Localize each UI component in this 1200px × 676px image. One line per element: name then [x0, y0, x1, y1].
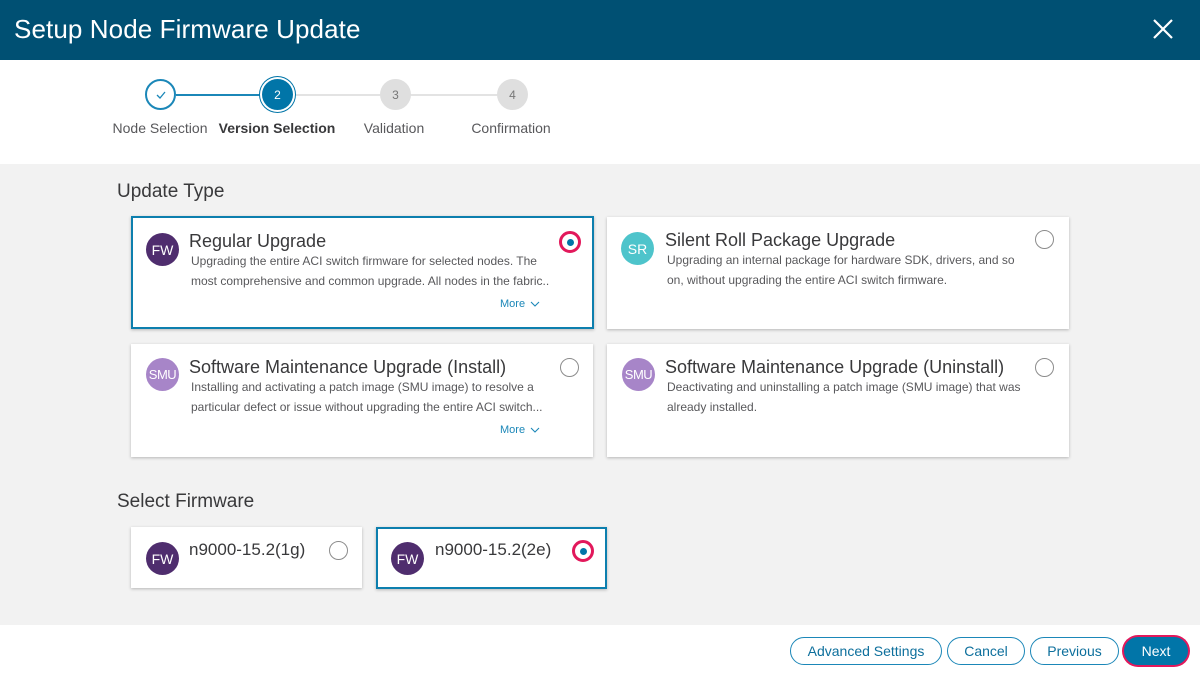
card-description: Deactivating and uninstalling a patch im…	[667, 380, 1021, 414]
avatar-sr: SR	[621, 232, 654, 265]
step-connector	[176, 94, 262, 96]
card-title: Software Maintenance Upgrade (Install)	[189, 357, 507, 377]
next-button[interactable]: Next	[1124, 637, 1188, 665]
radio-dot	[566, 238, 574, 246]
step-connector	[293, 94, 381, 96]
step-3-label: Validation	[363, 120, 425, 136]
step-2-circle: 2	[262, 79, 293, 110]
avatar-fw: FW	[146, 542, 179, 575]
card-title: Silent Roll Package Upgrade	[665, 230, 896, 250]
close-icon	[1153, 19, 1173, 39]
step-4-circle: 4	[497, 79, 528, 110]
card-title: Regular Upgrade	[189, 231, 327, 251]
more-link[interactable]: More	[500, 298, 540, 310]
card-description: Upgrading an internal package for hardwa…	[667, 253, 1015, 287]
update-type-heading: Update Type	[117, 181, 225, 202]
more-link[interactable]: More	[500, 424, 540, 436]
radio-dot	[579, 547, 587, 555]
firmware-label: n9000-15.2(2e)	[435, 540, 552, 559]
previous-button[interactable]: Previous	[1030, 637, 1119, 665]
avatar-smu: SMU	[622, 358, 655, 391]
update-type-card-smu-uninstall[interactable]: SMU Software Maintenance Upgrade (Uninst…	[607, 344, 1069, 457]
firmware-card-15-2-1g[interactable]: FW n9000-15.2(1g)	[131, 527, 362, 588]
avatar-fw: FW	[391, 542, 424, 575]
chevron-down-icon	[530, 301, 540, 307]
radio-silent-roll[interactable]	[1035, 230, 1054, 249]
dialog-header: Setup Node Firmware Update	[0, 0, 1200, 60]
radio-smu-install[interactable]	[560, 358, 579, 377]
avatar-smu: SMU	[146, 358, 179, 391]
radio-firmware-15-2-1g[interactable]	[329, 541, 348, 560]
step-1-circle[interactable]	[145, 79, 176, 110]
advanced-settings-button[interactable]: Advanced Settings	[790, 637, 942, 665]
cancel-button[interactable]: Cancel	[947, 637, 1025, 665]
card-title: Software Maintenance Upgrade (Uninstall)	[665, 357, 1005, 377]
update-type-card-regular-upgrade[interactable]: FW Regular Upgrade Upgrading the entire …	[131, 216, 594, 329]
radio-firmware-15-2-2e[interactable]	[572, 540, 594, 562]
radio-regular-upgrade[interactable]	[559, 231, 581, 253]
step-1-label: Node Selection	[112, 120, 208, 136]
close-button[interactable]	[1149, 15, 1177, 43]
firmware-label: n9000-15.2(1g)	[189, 540, 306, 559]
radio-smu-uninstall[interactable]	[1035, 358, 1054, 377]
update-type-card-silent-roll[interactable]: SR Silent Roll Package Upgrade Upgrading…	[607, 217, 1069, 329]
dialog-title: Setup Node Firmware Update	[14, 14, 361, 44]
dialog-footer: Advanced Settings Cancel Previous Next	[0, 625, 1200, 676]
wizard-stepper: 2 3 4 Node Selection Version Selection V…	[0, 60, 1200, 164]
chevron-down-icon	[530, 427, 540, 433]
step-connector	[410, 94, 498, 96]
step-2-label: Version Selection	[218, 120, 336, 136]
update-type-card-smu-install[interactable]: SMU Software Maintenance Upgrade (Instal…	[131, 344, 593, 457]
select-firmware-heading: Select Firmware	[117, 491, 255, 512]
card-description: Upgrading the entire ACI switch firmware…	[191, 254, 550, 288]
check-icon	[156, 91, 165, 99]
card-description: Installing and activating a patch image …	[191, 380, 543, 414]
more-label: More	[500, 298, 526, 310]
step-4-label: Confirmation	[471, 120, 551, 136]
step-3-circle: 3	[380, 79, 411, 110]
avatar-fw: FW	[146, 233, 179, 266]
more-label: More	[500, 424, 526, 436]
firmware-card-15-2-2e[interactable]: FW n9000-15.2(2e)	[376, 527, 607, 589]
